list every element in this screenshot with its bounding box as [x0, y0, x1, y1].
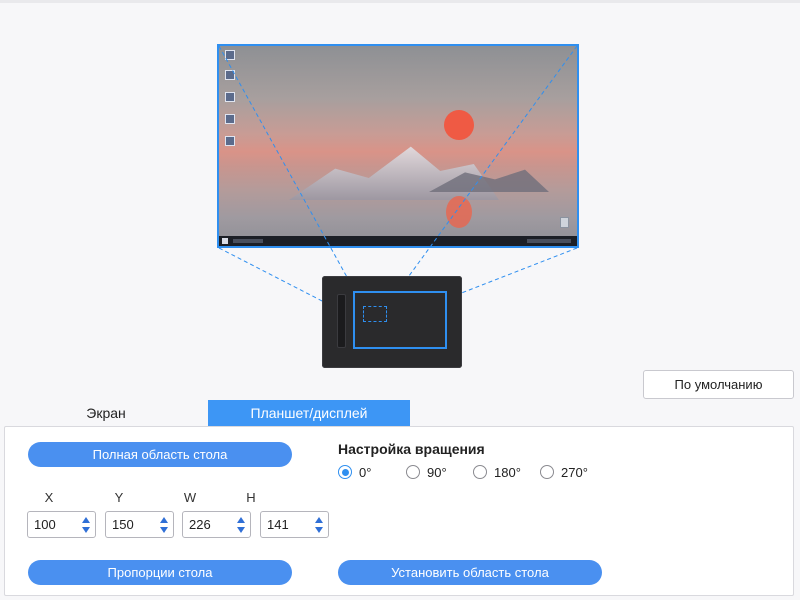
rotation-option-0[interactable]: 0°: [338, 464, 371, 480]
rotation-option-label: 270°: [561, 464, 588, 480]
radio-icon[interactable]: [406, 465, 420, 479]
express-keys: [337, 294, 346, 348]
tablet-preview: [322, 276, 462, 368]
tab-tablet-display[interactable]: Планшет/дисплей: [208, 400, 410, 426]
y-increment-icon[interactable]: [160, 517, 168, 523]
w-label: W: [183, 490, 197, 505]
rotation-option-label: 180°: [494, 464, 521, 480]
h-input[interactable]: [262, 513, 312, 536]
y-input[interactable]: [107, 513, 157, 536]
x-input[interactable]: [29, 513, 79, 536]
radio-checked-icon[interactable]: [338, 465, 352, 479]
radio-icon[interactable]: [473, 465, 487, 479]
desktop-icon: [225, 92, 235, 102]
recycle-bin-icon: [560, 217, 569, 228]
y-stepper: [105, 511, 174, 538]
h-decrement-icon[interactable]: [315, 527, 323, 533]
x-increment-icon[interactable]: [82, 517, 90, 523]
rotation-option-270[interactable]: 270°: [540, 464, 588, 480]
start-icon: [222, 238, 228, 244]
rotation-option-180[interactable]: 180°: [473, 464, 521, 480]
h-label: H: [246, 490, 256, 505]
x-stepper: [27, 511, 96, 538]
w-input[interactable]: [184, 513, 234, 536]
x-label: X: [44, 490, 54, 505]
full-area-button[interactable]: Полная область стола: [28, 442, 292, 467]
wallpaper-sun: [444, 110, 474, 140]
y-label: Y: [114, 490, 124, 505]
w-decrement-icon[interactable]: [237, 527, 245, 533]
top-divider: [0, 0, 800, 3]
system-tray: [527, 239, 571, 243]
desktop-icon: [225, 50, 235, 60]
desktop-icon: [225, 114, 235, 124]
rotation-option-label: 0°: [359, 464, 372, 480]
desktop-icon: [225, 136, 235, 146]
taskbar-items: [233, 239, 263, 243]
rotation-option-90[interactable]: 90°: [406, 464, 447, 480]
x-decrement-icon[interactable]: [82, 527, 90, 533]
taskbar: [219, 236, 577, 246]
settings-panel: Полная область стола Настройка вращения …: [4, 426, 794, 596]
desktop-icon: [225, 70, 235, 80]
screen-preview: [217, 44, 579, 248]
y-decrement-icon[interactable]: [160, 527, 168, 533]
rotation-option-label: 90°: [427, 464, 447, 480]
tab-screen[interactable]: Экран: [36, 400, 176, 426]
tablet-work-area[interactable]: [363, 306, 387, 322]
proportion-button[interactable]: Пропорции стола: [28, 560, 292, 585]
default-button[interactable]: По умолчанию: [643, 370, 794, 399]
w-stepper: [182, 511, 251, 538]
radio-icon[interactable]: [540, 465, 554, 479]
wallpaper-sun-reflection: [446, 196, 472, 228]
h-increment-icon[interactable]: [315, 517, 323, 523]
set-area-button[interactable]: Установить область стола: [338, 560, 602, 585]
w-increment-icon[interactable]: [237, 517, 245, 523]
h-stepper: [260, 511, 329, 538]
rotation-title: Настройка вращения: [338, 441, 485, 457]
